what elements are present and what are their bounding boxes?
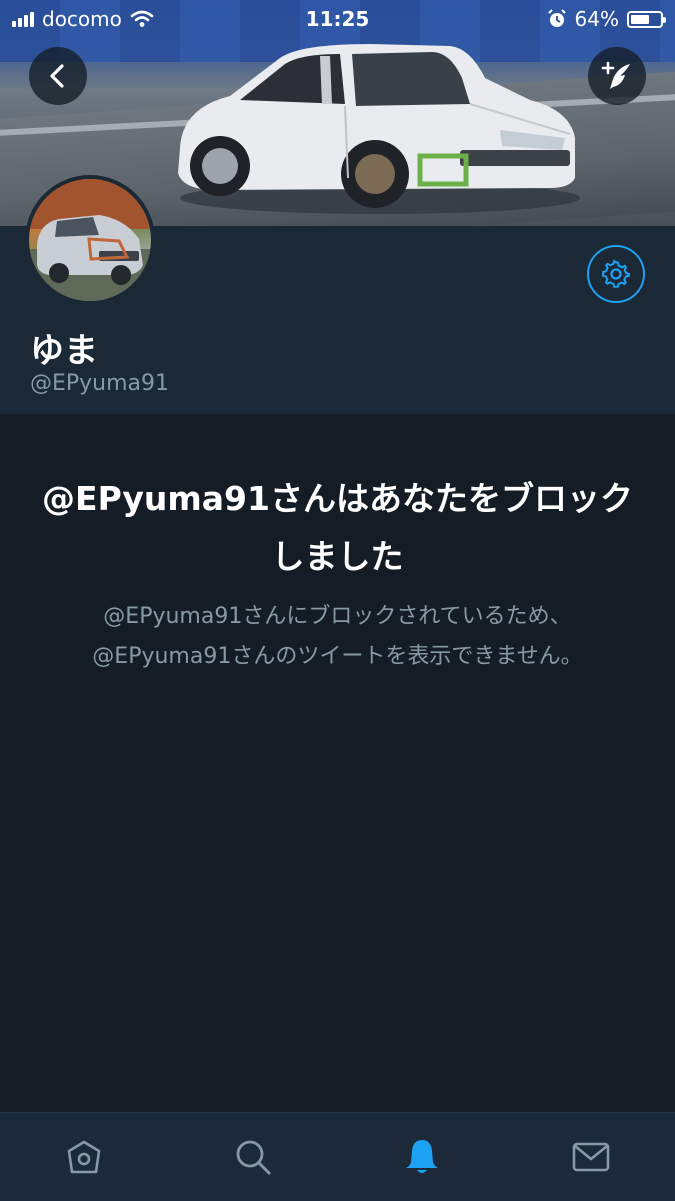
display-name: ゆま — [30, 331, 98, 371]
blocked-description: @EPyuma91さんにブロックされているため、@EPyuma91さんのツイート… — [92, 604, 583, 669]
gear-icon — [602, 259, 630, 288]
bottom-tab-bar — [0, 1112, 675, 1201]
tab-notifications[interactable] — [338, 1113, 507, 1201]
search-icon — [236, 1140, 271, 1175]
status-bar: docomo 11:25 64% — [0, 0, 675, 38]
car-photo — [178, 44, 580, 214]
battery-icon — [627, 10, 666, 28]
tab-home[interactable] — [0, 1113, 169, 1201]
battery-percent: 64% — [574, 7, 619, 31]
settings-button[interactable] — [587, 245, 645, 303]
user-handle: @EPyuma91 — [30, 371, 170, 396]
envelope-icon — [572, 1142, 609, 1172]
back-button[interactable] — [29, 47, 87, 105]
avatar-car-photo — [29, 179, 151, 301]
tab-search[interactable] — [169, 1113, 338, 1201]
chevron-left-icon — [50, 64, 64, 88]
blocked-title: @EPyuma91さんはあなたをブロックしました — [42, 479, 633, 576]
battery-fill — [631, 14, 649, 24]
compose-tweet-button[interactable] — [588, 47, 646, 105]
avatar[interactable] — [25, 175, 155, 305]
avatar-image — [29, 179, 151, 301]
tab-messages[interactable] — [506, 1113, 675, 1201]
bell-icon — [405, 1140, 438, 1173]
home-icon — [68, 1140, 101, 1174]
status-right: 64% — [547, 7, 666, 31]
compose-tweet-icon — [601, 61, 630, 89]
alarm-icon — [547, 9, 566, 27]
